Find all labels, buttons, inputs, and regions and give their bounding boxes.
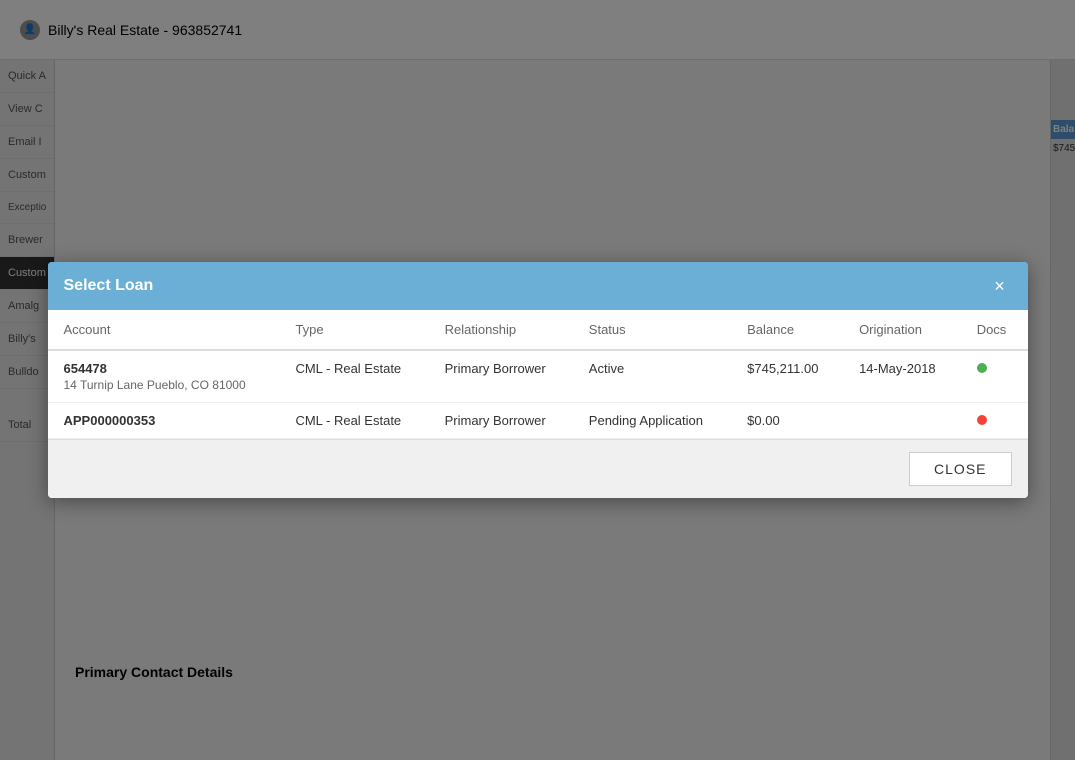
balance-cell: $0.00 xyxy=(731,403,843,439)
origination-cell xyxy=(843,403,961,439)
table-row[interactable]: 654478 14 Turnip Lane Pueblo, CO 81000 C… xyxy=(48,350,1028,403)
col-header-docs: Docs xyxy=(961,310,1028,350)
status-cell: Active xyxy=(573,350,731,403)
type-cell: CML - Real Estate xyxy=(279,350,428,403)
modal-body: Account Type Relationship Status Balance… xyxy=(48,310,1028,439)
type-cell: CML - Real Estate xyxy=(279,403,428,439)
col-header-origination: Origination xyxy=(843,310,961,350)
balance-cell: $745,211.00 xyxy=(731,350,843,403)
status-cell: Pending Application xyxy=(573,403,731,439)
close-button[interactable]: CLOSE xyxy=(909,452,1011,486)
docs-cell xyxy=(961,350,1028,403)
col-header-balance: Balance xyxy=(731,310,843,350)
modal-footer: CLOSE xyxy=(48,439,1028,498)
select-loan-modal: Select Loan × Account Type Relationship … xyxy=(48,262,1028,498)
loan-table: Account Type Relationship Status Balance… xyxy=(48,310,1028,439)
table-header-row: Account Type Relationship Status Balance… xyxy=(48,310,1028,350)
account-address: 14 Turnip Lane Pueblo, CO 81000 xyxy=(64,378,264,392)
account-cell: APP000000353 xyxy=(48,403,280,439)
docs-status-icon xyxy=(977,415,987,425)
relationship-cell: Primary Borrower xyxy=(429,403,573,439)
col-header-account: Account xyxy=(48,310,280,350)
col-header-type: Type xyxy=(279,310,428,350)
col-header-relationship: Relationship xyxy=(429,310,573,350)
modal-header: Select Loan × xyxy=(48,262,1028,310)
account-cell: 654478 14 Turnip Lane Pueblo, CO 81000 xyxy=(48,350,280,403)
account-id: APP000000353 xyxy=(64,413,264,428)
relationship-cell: Primary Borrower xyxy=(429,350,573,403)
modal-title: Select Loan xyxy=(64,277,154,295)
account-id: 654478 xyxy=(64,361,264,376)
col-header-status: Status xyxy=(573,310,731,350)
origination-cell: 14-May-2018 xyxy=(843,350,961,403)
docs-cell xyxy=(961,403,1028,439)
modal-close-x-button[interactable]: × xyxy=(988,274,1012,298)
docs-status-icon xyxy=(977,363,987,373)
table-row[interactable]: APP000000353 CML - Real Estate Primary B… xyxy=(48,403,1028,439)
